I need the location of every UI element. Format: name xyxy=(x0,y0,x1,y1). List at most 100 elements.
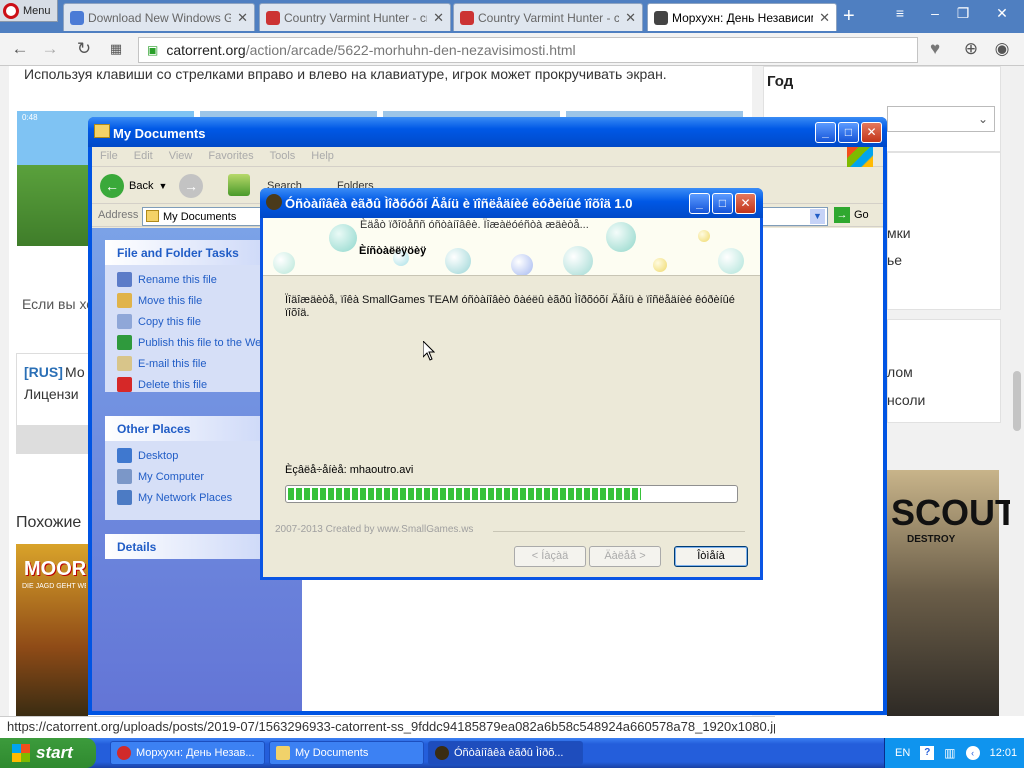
account-icon[interactable]: ◉ xyxy=(992,39,1012,59)
heart-icon[interactable]: ♥ xyxy=(925,39,945,59)
year-label: Год xyxy=(767,73,794,90)
browser-tab-active[interactable]: Морхухн: День Независимо ✕ xyxy=(647,3,837,31)
folder-up-icon[interactable] xyxy=(228,174,250,196)
task-link-label: Copy this file xyxy=(138,315,201,328)
page-text: Если вы хо xyxy=(22,296,95,312)
minimize-icon[interactable]: _ xyxy=(689,193,710,214)
go-button[interactable]: → Go xyxy=(834,207,869,223)
forward-arrow-icon[interactable]: → xyxy=(179,174,203,198)
back-arrow-icon: ← xyxy=(100,174,124,198)
tab-close-icon[interactable]: ✕ xyxy=(625,10,636,26)
back-label: Back xyxy=(129,180,154,192)
menu-tools[interactable]: Tools xyxy=(270,150,296,166)
address-bar: ← → ↻ ▦ ▣ catorrent.org /action/arcade/5… xyxy=(0,33,1024,66)
menu-help[interactable]: Help xyxy=(311,150,334,166)
taskbar-item[interactable]: My Documents xyxy=(269,741,424,765)
reload-icon[interactable]: ↻ xyxy=(74,39,94,59)
sidebar-link[interactable]: лом xyxy=(887,364,913,380)
url-path: /action/arcade/5622-morhuhn-den-nezavisi… xyxy=(245,42,576,58)
start-label: start xyxy=(36,743,73,762)
computer-icon xyxy=(117,469,132,484)
menu-file[interactable]: File xyxy=(100,150,118,166)
cancel-button[interactable]: Îòìåíà xyxy=(674,546,748,567)
delete-icon xyxy=(117,377,132,392)
task-link-label: Rename this file xyxy=(138,273,217,286)
back-button[interactable]: < Íàçàä xyxy=(514,546,586,567)
window-titlebar[interactable]: My Documents _ □ ✕ xyxy=(88,117,887,147)
minimize-icon[interactable]: – xyxy=(923,3,947,25)
year-select[interactable]: ⌄ xyxy=(887,106,995,132)
opera-menu-button[interactable]: Menu xyxy=(0,0,58,22)
maximize-icon[interactable]: □ xyxy=(838,122,859,143)
chevron-down-icon[interactable]: ▼ xyxy=(810,209,825,224)
restore-icon[interactable]: ❐ xyxy=(951,3,975,25)
tab-close-icon[interactable]: ✕ xyxy=(237,10,248,26)
new-tab-icon[interactable]: + xyxy=(843,6,855,26)
language-indicator[interactable]: EN xyxy=(895,747,910,759)
sidebar-link[interactable]: мки xyxy=(887,225,911,241)
expand-tray-icon[interactable]: ‹ xyxy=(965,746,980,760)
url-domain: catorrent.org xyxy=(166,42,246,58)
address-value: My Documents xyxy=(163,211,237,223)
speed-dial-icon[interactable]: ▦ xyxy=(106,39,126,59)
progress-fill xyxy=(288,488,642,500)
tab-close-icon[interactable]: ✕ xyxy=(433,10,444,26)
help-icon[interactable]: ? xyxy=(920,746,935,760)
place-link-label: My Computer xyxy=(138,470,205,483)
tab-favicon-icon xyxy=(70,10,84,25)
installer-credit: 2007-2013 Created by www.SmallGames.ws xyxy=(275,524,474,535)
network-icon[interactable]: ▥ xyxy=(944,746,955,760)
taskbar-item-active[interactable]: Óñòàíîâêà èãðû Ìîðõ... xyxy=(428,741,583,765)
bubble-decoration xyxy=(329,224,357,252)
tab-title: Морхухн: День Независимо xyxy=(672,10,814,25)
menu-edit[interactable]: Edit xyxy=(134,150,153,166)
similar-game-card[interactable]: MOOR DIE JAGD GEHT WE xyxy=(16,544,88,716)
tab-close-icon[interactable]: ✕ xyxy=(819,10,830,26)
bubble-decoration xyxy=(445,248,471,274)
taskbar-item-label: Óñòàíîâêà èãðû Ìîðõ... xyxy=(454,747,564,759)
browser-tab[interactable]: Country Varmint Hunter - ско ✕ xyxy=(259,3,451,31)
page-text: Лицензи xyxy=(24,386,79,402)
close-icon[interactable]: ✕ xyxy=(735,193,756,214)
minimize-icon[interactable]: _ xyxy=(815,122,836,143)
go-arrow-icon: → xyxy=(834,207,850,223)
close-icon[interactable]: ✕ xyxy=(990,3,1014,25)
next-button[interactable]: Äàëåå > xyxy=(589,546,661,567)
moor-logo-subtitle: DIE JAGD GEHT WE xyxy=(22,583,86,590)
info-box: [RUS] Мо Лицензи xyxy=(16,353,89,426)
place-link-label: Desktop xyxy=(138,449,179,462)
back-button[interactable]: ← Back ▼ xyxy=(100,174,167,198)
thumb-counter: 0:48 xyxy=(22,113,38,122)
menu-favorites[interactable]: Favorites xyxy=(208,150,253,166)
menu-view[interactable]: View xyxy=(169,150,193,166)
close-icon[interactable]: ✕ xyxy=(861,122,882,143)
desktop-icon xyxy=(117,448,132,463)
download-icon[interactable]: ⊕ xyxy=(961,39,981,59)
dialog-banner: Èäåò ïðîöåññ óñòàíîâêè. Ïîæàëóéñòà æäèòå… xyxy=(263,218,760,276)
back-arrow-icon[interactable]: ← xyxy=(10,39,30,59)
place-link-label: My Network Places xyxy=(138,491,233,504)
sidebar-link[interactable]: ье xyxy=(887,252,902,268)
clock: 12:01 xyxy=(989,747,1018,759)
browser-tab[interactable]: Download New Windows Gam ✕ xyxy=(63,3,255,31)
scrollbar-thumb[interactable] xyxy=(1013,371,1021,431)
url-field[interactable]: ▣ catorrent.org /action/arcade/5622-morh… xyxy=(138,37,918,63)
taskbar-item-label: My Documents xyxy=(295,747,369,759)
tab-title: Country Varmint Hunter - ск xyxy=(478,10,620,25)
page-scrollbar[interactable] xyxy=(1010,66,1024,716)
game-poster[interactable]: SCOUT DESTROY xyxy=(887,470,1017,716)
moor-logo-text: MOOR xyxy=(24,558,87,580)
install-description: Ïîäîæäèòå, ïîêà SmallGames TEAM óñòàíîâè… xyxy=(285,294,735,319)
windows-logo-icon xyxy=(12,744,30,762)
sidebar-link[interactable]: нсоли xyxy=(887,392,925,408)
tab-favicon-icon xyxy=(460,10,474,25)
taskbar-item[interactable]: Морхухн: День Незав... xyxy=(110,741,265,765)
maximize-icon[interactable]: □ xyxy=(712,193,733,214)
start-button[interactable]: start xyxy=(0,738,96,768)
taskbar: start Морхухн: День Незав... My Document… xyxy=(0,738,1024,768)
link-status-bar: https://catorrent.org/uploads/posts/2019… xyxy=(0,716,775,738)
dialog-titlebar[interactable]: Óñòàíîâêà èãðû Ìîðõóõí Äåíü è ïîñëåäíèé … xyxy=(260,188,763,218)
tab-menu-icon[interactable]: ≡ xyxy=(888,3,912,25)
forward-arrow-icon[interactable]: → xyxy=(40,39,60,59)
browser-tab[interactable]: Country Varmint Hunter - ск ✕ xyxy=(453,3,643,31)
